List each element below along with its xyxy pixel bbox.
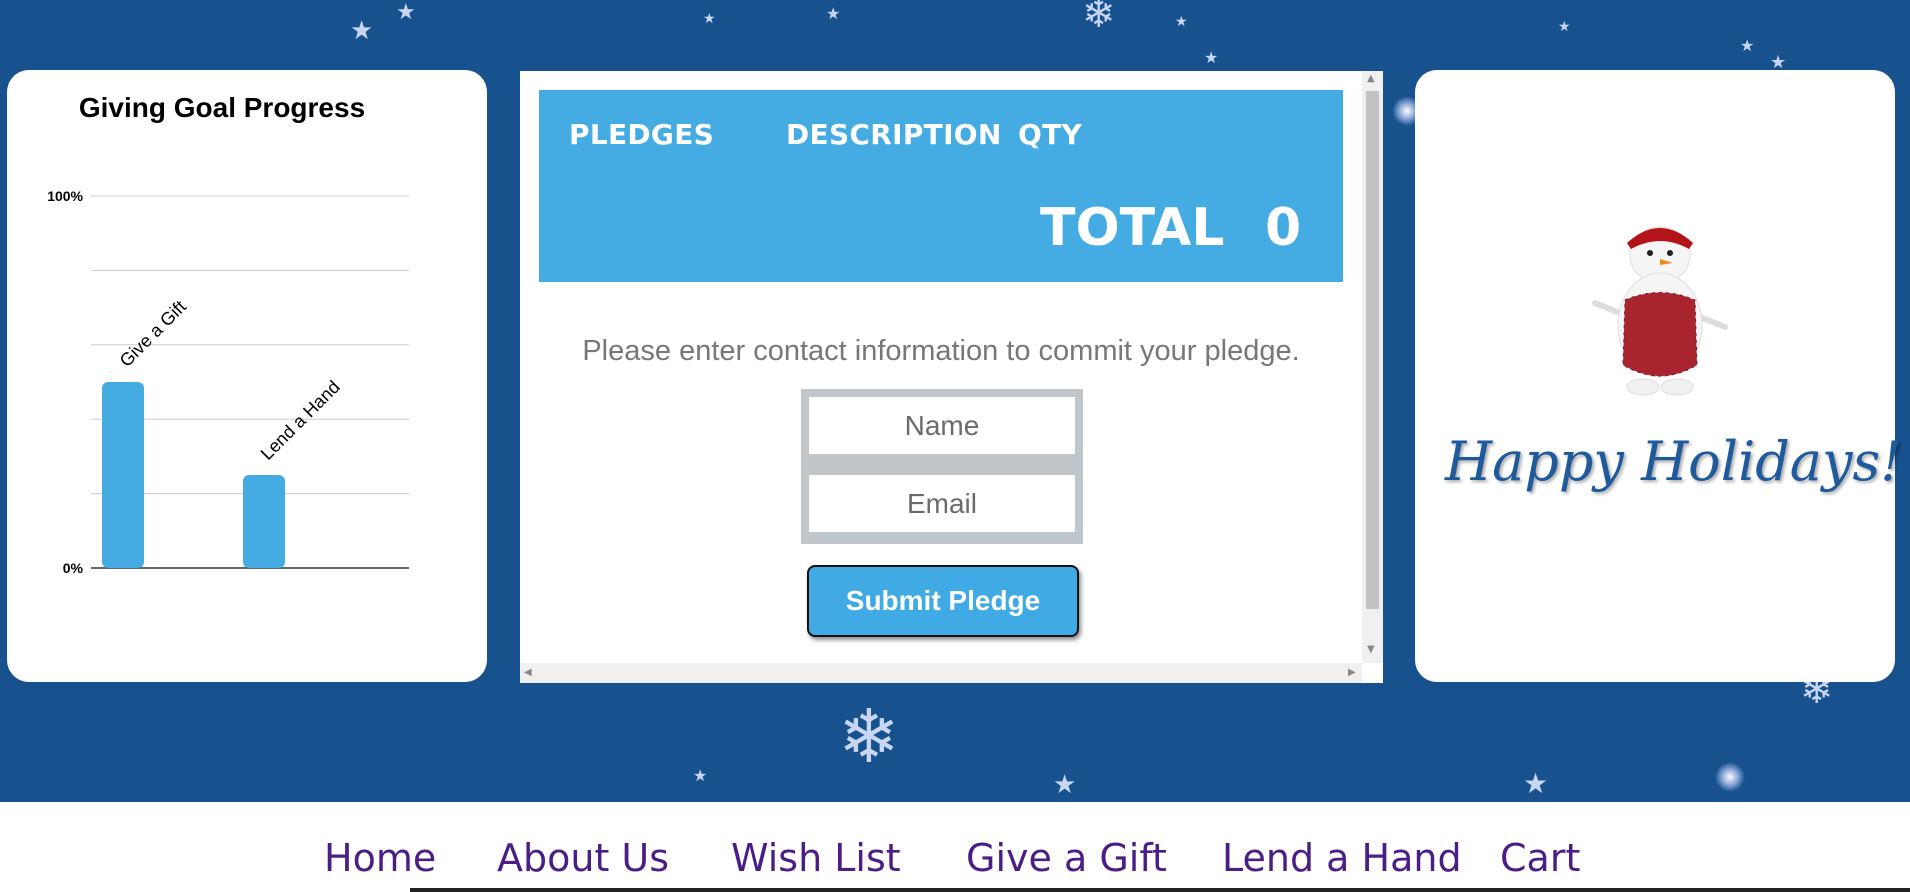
chart-card: Giving Goal Progress 100% 0% Give a Gift Le…	[7, 70, 487, 682]
chart-category-label: Lend a Hand	[257, 377, 344, 464]
star-icon: ★	[350, 16, 374, 46]
star-icon: ★	[396, 0, 416, 25]
nav-home-link[interactable]: Home	[324, 836, 436, 880]
nav-about-us-link[interactable]: About Us	[497, 836, 669, 880]
name-field[interactable]	[809, 397, 1075, 454]
star-icon: ★	[1523, 767, 1549, 800]
snowflake-icon: ❄	[838, 694, 901, 780]
pledge-panel[interactable]: PLEDGES DESCRIPTION QTY TOTAL 0 Please e…	[520, 71, 1383, 683]
scroll-up-icon[interactable]: ▲	[1367, 73, 1375, 84]
scroll-down-icon[interactable]: ▼	[1367, 644, 1375, 655]
star-icon: ★	[1053, 770, 1077, 800]
pledge-header: PLEDGES DESCRIPTION QTY TOTAL 0	[539, 90, 1343, 282]
submit-pledge-button[interactable]: Submit Pledge	[807, 565, 1079, 637]
glow-dot	[1715, 762, 1745, 792]
star-icon: ★	[1204, 48, 1219, 67]
scroll-left-icon[interactable]: ◀	[524, 667, 532, 678]
chart-bar[interactable]	[102, 382, 144, 568]
star-icon: ★	[693, 766, 708, 785]
star-icon: ★	[1558, 19, 1571, 35]
holiday-card: Happy Holidays!	[1415, 70, 1902, 682]
main-nav: Home About Us Wish List Give a Gift Lend…	[0, 802, 1910, 892]
star-icon: ★	[1175, 14, 1188, 30]
nav-cart-link[interactable]: Cart	[1500, 836, 1580, 880]
star-icon: ★	[703, 11, 716, 27]
scroll-right-icon[interactable]: ▶	[1348, 667, 1356, 678]
snowman-icon	[1592, 226, 1728, 396]
contact-message: Please enter contact information to comm…	[582, 335, 1300, 367]
vertical-scrollbar[interactable]: ▲ ▼	[1362, 71, 1383, 663]
nav-divider	[410, 888, 1910, 892]
total-label: TOTAL	[1040, 198, 1225, 258]
nav-lend-a-hand-link[interactable]: Lend a Hand	[1222, 836, 1462, 880]
vertical-scroll-thumb[interactable]	[1366, 91, 1379, 609]
chart-tick-label: 0%	[63, 560, 84, 576]
chart-category-label: Give a Gift	[116, 297, 190, 371]
total-value: 0	[1265, 198, 1302, 258]
chart-tick-label: 100%	[47, 188, 83, 204]
nav-wish-list-link[interactable]: Wish List	[731, 836, 901, 880]
pledges-column-header: PLEDGES	[569, 118, 715, 151]
chart-bar[interactable]	[243, 475, 285, 568]
contact-form	[801, 389, 1083, 544]
greeting-text: Happy Holidays!	[1445, 430, 1902, 493]
bar-chart: 100% 0% Give a Gift Lend a Hand	[47, 188, 409, 576]
snowflake-icon: ❄	[1082, 0, 1116, 37]
qty-column-header: QTY	[1018, 118, 1083, 151]
description-column-header: DESCRIPTION	[786, 118, 1002, 151]
star-icon: ★	[1740, 36, 1755, 55]
horizontal-scrollbar[interactable]: ◀ ▶	[520, 663, 1362, 683]
star-icon: ★	[826, 4, 841, 23]
nav-give-a-gift-link[interactable]: Give a Gift	[966, 836, 1167, 880]
email-field[interactable]	[809, 475, 1075, 532]
